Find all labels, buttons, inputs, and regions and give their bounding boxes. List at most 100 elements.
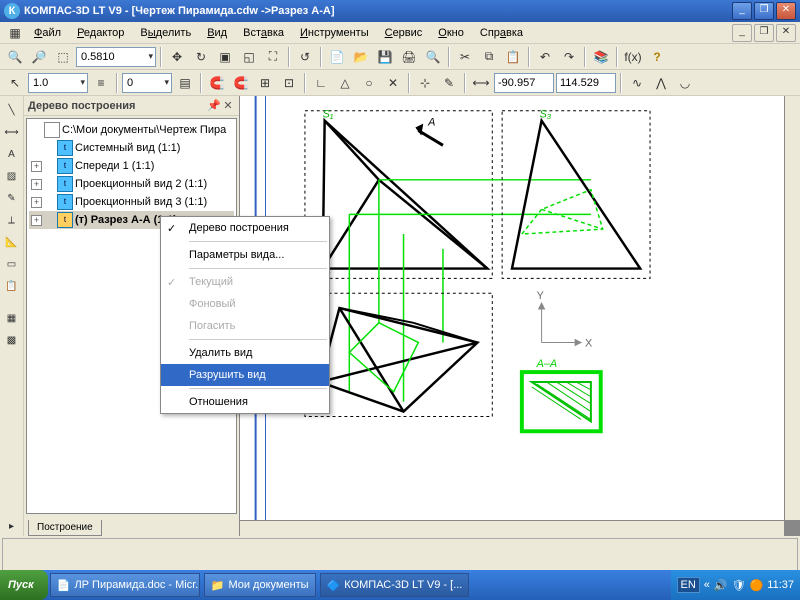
tool-spec-icon[interactable]: 📋 [2,276,22,296]
restore-button[interactable]: ❐ [754,2,774,20]
ortho-icon[interactable]: ⊞ [254,72,276,94]
menu-view[interactable]: Вид [199,25,235,41]
line-style-icon[interactable]: ≡ [90,72,112,94]
tree-item[interactable]: t Системный вид (1:1) [29,139,234,157]
help-icon[interactable]: ? [646,46,668,68]
menu-window[interactable]: Окно [430,25,472,41]
mdi-minimize-button[interactable]: _ [732,24,752,42]
layer-combo[interactable]: 0 [122,73,172,93]
zoom-prev-icon[interactable]: ◱ [238,46,260,68]
coord-y[interactable]: 114.529 [556,73,616,93]
refresh-icon[interactable]: ↺ [294,46,316,68]
tool-measure-icon[interactable]: 📐 [2,232,22,252]
taskbar-item[interactable]: 📄ЛР Пирамида.doc - Micr... [50,573,200,597]
menu-file[interactable]: Файл [26,25,69,41]
tray-icon[interactable]: 🟠 [750,579,764,592]
menu-insert[interactable]: Вставка [235,25,292,41]
ctx-hide[interactable]: Погасить [161,315,329,337]
panel-collapse-icon[interactable]: ▸ [2,516,22,536]
misc2-icon[interactable]: ⋀ [650,72,672,94]
preview-icon[interactable]: 🔍 [422,46,444,68]
tool-view2-icon[interactable]: ▩ [2,330,22,350]
menu-service[interactable]: Сервис [377,25,431,41]
vertical-scrollbar[interactable] [784,96,800,520]
snap-int-icon[interactable]: ✕ [382,72,404,94]
ctx-tree[interactable]: ✓Дерево построения [161,217,329,239]
taskbar-item[interactable]: 📁Мои документы [204,573,316,597]
tool-hatch-icon[interactable]: ▨ [2,166,22,186]
pin-icon[interactable]: 📌 [207,99,221,112]
misc3-icon[interactable]: ◡ [674,72,696,94]
fit-icon[interactable]: ▣ [214,46,236,68]
start-button[interactable]: Пуск [0,570,48,600]
zoom-out-icon[interactable]: 🔎 [28,46,50,68]
print-icon[interactable]: 🖨 [398,46,420,68]
layers-icon[interactable]: ▤ [174,72,196,94]
coord-x[interactable]: -90.957 [494,73,554,93]
tool-dim-icon[interactable]: ⟷ [2,122,22,142]
app-menu-icon[interactable]: ▦ [4,22,26,44]
ctx-destroy[interactable]: Разрушить вид [161,364,329,386]
tool-edit-icon[interactable]: ✎ [2,188,22,208]
tree-item[interactable]: + t Проекционный вид 2 (1:1) [29,175,234,193]
mdi-close-button[interactable]: ✕ [776,24,796,42]
tool-param-icon[interactable]: ⟂ [2,210,22,230]
horizontal-scrollbar[interactable] [240,520,784,536]
pointer-icon[interactable]: ↖ [4,72,26,94]
snap-center-icon[interactable]: ○ [358,72,380,94]
menu-help[interactable]: Справка [472,25,531,41]
zoom-all-icon[interactable]: ⛶ [262,46,284,68]
close-button[interactable]: ✕ [776,2,796,20]
snap-mid-icon[interactable]: △ [334,72,356,94]
tree-item[interactable]: + t Спереди 1 (1:1) [29,157,234,175]
clock[interactable]: 11:37 [767,579,794,591]
ctx-relations[interactable]: Отношения [161,391,329,413]
zoom-window-icon[interactable]: ⬚ [52,46,74,68]
scale-combo[interactable]: 1.0 [28,73,88,93]
tray-icon[interactable]: 🔊 [714,579,728,592]
ctx-params[interactable]: Параметры вида... [161,244,329,266]
sketch-icon[interactable]: ✎ [438,72,460,94]
rotate-icon[interactable]: ↻ [190,46,212,68]
ctx-delete[interactable]: Удалить вид [161,342,329,364]
save-icon[interactable]: 💾 [374,46,396,68]
menu-edit[interactable]: Редактор [69,25,132,41]
snap2-icon[interactable]: 🧲 [230,72,252,94]
ctx-bg[interactable]: Фоновый [161,293,329,315]
tool-sel-icon[interactable]: ▭ [2,254,22,274]
cut-icon[interactable]: ✂ [454,46,476,68]
mdi-restore-button[interactable]: ❐ [754,24,774,42]
coord-lock-x-icon[interactable]: ⟷ [470,72,492,94]
tray-icon[interactable]: « [704,579,710,591]
new-icon[interactable]: 📄 [326,46,348,68]
menu-select[interactable]: Выделить [132,25,199,41]
system-tray[interactable]: EN « 🔊 🛡 🟠 11:37 [671,570,800,600]
snap1-icon[interactable]: 🧲 [206,72,228,94]
zoom-combo[interactable]: 0.5810 [76,47,156,67]
variables-icon[interactable]: f(x) [622,46,644,68]
taskbar-item-active[interactable]: 🔷КОМПАС-3D LT V9 - [... [320,573,470,597]
snap-end-icon[interactable]: ∟ [310,72,332,94]
tree-item[interactable]: + t Проекционный вид 3 (1:1) [29,193,234,211]
zoom-in-icon[interactable]: 🔍 [4,46,26,68]
tool-line-icon[interactable]: ╲ [2,100,22,120]
grid-icon[interactable]: ⊡ [278,72,300,94]
coord-mode-icon[interactable]: ⊹ [414,72,436,94]
tree-root[interactable]: С:\Мои документы\Чертеж Пира [29,121,234,139]
paste-icon[interactable]: 📋 [502,46,524,68]
tree-tab[interactable]: Построение [28,520,102,536]
library-icon[interactable]: 📚 [590,46,612,68]
copy-icon[interactable]: ⧉ [478,46,500,68]
undo-icon[interactable]: ↶ [534,46,556,68]
pan-icon[interactable]: ✥ [166,46,188,68]
tree-close-icon[interactable]: ✕ [221,99,235,112]
open-icon[interactable]: 📂 [350,46,372,68]
lang-indicator[interactable]: EN [677,577,700,593]
redo-icon[interactable]: ↷ [558,46,580,68]
tray-icon[interactable]: 🛡 [732,579,746,592]
misc1-icon[interactable]: ∿ [626,72,648,94]
menu-tools[interactable]: Инструменты [292,25,377,41]
ctx-current[interactable]: ✓Текущий [161,271,329,293]
tool-text-icon[interactable]: A [2,144,22,164]
minimize-button[interactable]: _ [732,2,752,20]
